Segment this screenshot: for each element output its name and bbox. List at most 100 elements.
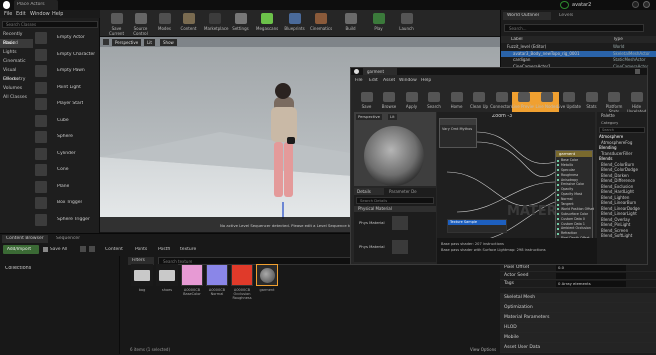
mat-toolbar-button[interactable]: Live Preview <box>511 92 537 112</box>
tab-content-browser[interactable]: Content Browser <box>2 235 48 243</box>
category-lights[interactable]: Lights <box>0 48 33 57</box>
breadcrumb-ponts[interactable]: Ponts <box>135 247 147 252</box>
param-node[interactable]: Vary Omt Mythos <box>439 118 477 148</box>
details-section[interactable]: Material Parameters <box>500 313 656 323</box>
asset-tile[interactable]: A0000CB BaseColor <box>180 264 204 296</box>
modes-button[interactable]: Modes <box>154 12 175 36</box>
category-volumes[interactable]: Volumes <box>0 84 33 93</box>
actor-item[interactable]: Cylinder <box>33 146 99 162</box>
minimize-icon[interactable] <box>632 1 639 8</box>
details-search-input[interactable]: Search Details <box>356 197 434 204</box>
menu-window[interactable]: Window <box>30 11 50 17</box>
actor-item[interactable]: Sphere Trigger <box>33 212 99 228</box>
launch-button[interactable]: Launch <box>396 12 417 36</box>
mat-toolbar-button[interactable]: Save <box>354 92 379 112</box>
details-section[interactable]: Skeletal Mesh <box>500 293 656 303</box>
build-button[interactable]: Build <box>340 12 361 36</box>
actor-item[interactable]: Point Light <box>33 80 99 96</box>
phys-material-thumbnail-2[interactable] <box>392 240 408 254</box>
show-button[interactable]: Show <box>160 39 177 46</box>
details-section[interactable]: HLOD <box>500 323 656 333</box>
source-control-button[interactable]: Source Control <box>130 12 151 36</box>
mat-toolbar-button[interactable]: Apply <box>399 92 424 112</box>
asset-tile[interactable]: shoes <box>155 264 179 292</box>
phys-material-thumbnail[interactable] <box>392 216 408 230</box>
breadcrumb-content[interactable]: Content <box>105 247 123 252</box>
tab-sequencer[interactable]: Sequencer <box>50 235 86 243</box>
back-icon[interactable] <box>80 246 86 252</box>
mat-lit-button[interactable]: Lit <box>388 114 397 120</box>
texture-sample-node[interactable]: Texture Sample <box>447 219 507 233</box>
actor-item[interactable]: Empty Actor <box>33 30 99 46</box>
actor-item[interactable]: Box Trigger <box>33 195 99 211</box>
tab-details[interactable]: Details <box>354 188 384 195</box>
category-all-classes[interactable]: All Classes <box>0 93 33 102</box>
breadcrumb-postfl[interactable]: Postfl <box>158 247 170 252</box>
asset-tile[interactable]: A0000CB Occlusion Roughness <box>230 264 254 300</box>
asset-tile[interactable]: garment <box>255 264 279 292</box>
tab-parameter-defaults[interactable]: Parameter De <box>386 188 426 195</box>
play-button[interactable]: Play <box>368 12 389 36</box>
mat-perspective-button[interactable]: Perspective <box>356 114 382 120</box>
physical-material-section[interactable]: Physical Material <box>354 206 436 212</box>
category-geometry[interactable]: Geometry <box>0 75 33 84</box>
menu-file[interactable]: File <box>4 11 12 17</box>
menu-help[interactable]: Help <box>52 11 63 17</box>
mat-toolbar-button[interactable]: Platform Stats <box>602 92 627 114</box>
actor-item[interactable]: Cone <box>33 162 99 178</box>
close-icon[interactable] <box>643 1 650 8</box>
mat-toolbar-button[interactable]: Hide Unrelated <box>624 92 649 114</box>
details-section[interactable]: Optimization <box>500 303 656 313</box>
marketplace-button[interactable]: Marketplace <box>204 12 229 36</box>
lit-button[interactable]: Lit <box>144 39 155 46</box>
blueprints-button[interactable]: Blueprints <box>284 12 305 36</box>
category-recently-placed[interactable]: Recently Placed <box>0 30 33 46</box>
details-section[interactable]: Asset User Data <box>500 343 656 353</box>
breadcrumb-texture[interactable]: texture <box>180 247 196 252</box>
actor-item[interactable]: Player Start <box>33 96 99 112</box>
mat-toolbar-button[interactable]: Connectors <box>489 92 514 112</box>
content-button[interactable]: Content <box>178 12 199 36</box>
mat-toolbar-button[interactable]: Browse <box>377 92 402 112</box>
save-current-button[interactable]: Save Current <box>106 12 127 36</box>
save-all-button[interactable]: Save All <box>42 245 72 254</box>
view-options-button[interactable]: View Options <box>470 347 496 352</box>
tab-place-actors[interactable]: Place Actors <box>14 0 58 10</box>
megascans-button[interactable]: Megascans <box>256 12 278 36</box>
outliner-search-input[interactable]: Search... <box>504 24 644 32</box>
mat-toolbar-button[interactable]: Live Nodes <box>534 92 559 112</box>
actor-item[interactable]: Sphere <box>33 129 99 145</box>
viewport-options-icon[interactable] <box>103 39 109 45</box>
tab-levels[interactable]: Levels <box>553 12 583 20</box>
detail-value[interactable] <box>556 273 626 279</box>
main-material-node[interactable]: garment Base Color Metallic Specular Roughn… <box>555 150 594 246</box>
palette-search-input[interactable]: Search <box>599 127 645 133</box>
mat-toolbar-button[interactable]: Home <box>444 92 469 112</box>
actor-item[interactable]: Cube <box>33 113 99 129</box>
menu-edit[interactable]: Edit <box>16 11 26 17</box>
material-preview-viewport[interactable]: Perspective Lit <box>354 112 436 186</box>
perspective-button[interactable]: Perspective <box>112 39 142 46</box>
detail-value[interactable]: 0.0 <box>556 265 626 271</box>
actor-item[interactable]: Empty Pawn <box>33 63 99 79</box>
settings-button[interactable]: Settings <box>230 12 251 36</box>
search-classes-input[interactable]: Search Classes <box>2 21 98 28</box>
mat-toolbar-button[interactable]: Live Update <box>557 92 582 112</box>
tab-world-outliner[interactable]: World Outliner <box>503 12 551 20</box>
actor-item[interactable]: Plane <box>33 179 99 195</box>
mat-toolbar-button[interactable]: Clean Up <box>467 92 492 112</box>
category-visual-effects[interactable]: Visual Effects <box>0 66 33 82</box>
actor-item[interactable]: Empty Character <box>33 47 99 63</box>
mat-toolbar-icon <box>630 92 643 102</box>
mat-toolbar-button[interactable]: Stats <box>579 92 604 112</box>
forward-icon[interactable] <box>89 246 95 252</box>
details-section[interactable]: Mobile <box>500 333 656 343</box>
mat-toolbar-button[interactable]: Search <box>422 92 447 112</box>
asset-tile[interactable]: bag <box>130 264 154 292</box>
detail-value[interactable]: 0 Array elements <box>556 281 626 287</box>
category-cinematic[interactable]: Cinematic <box>0 57 33 66</box>
add-import-button[interactable]: Add/Import <box>3 245 39 254</box>
palette-item[interactable]: Blend_SoftLight <box>597 233 647 239</box>
asset-tile[interactable]: A0000CB Normal <box>205 264 229 296</box>
cinematics-button[interactable]: Cinematics <box>310 12 332 36</box>
